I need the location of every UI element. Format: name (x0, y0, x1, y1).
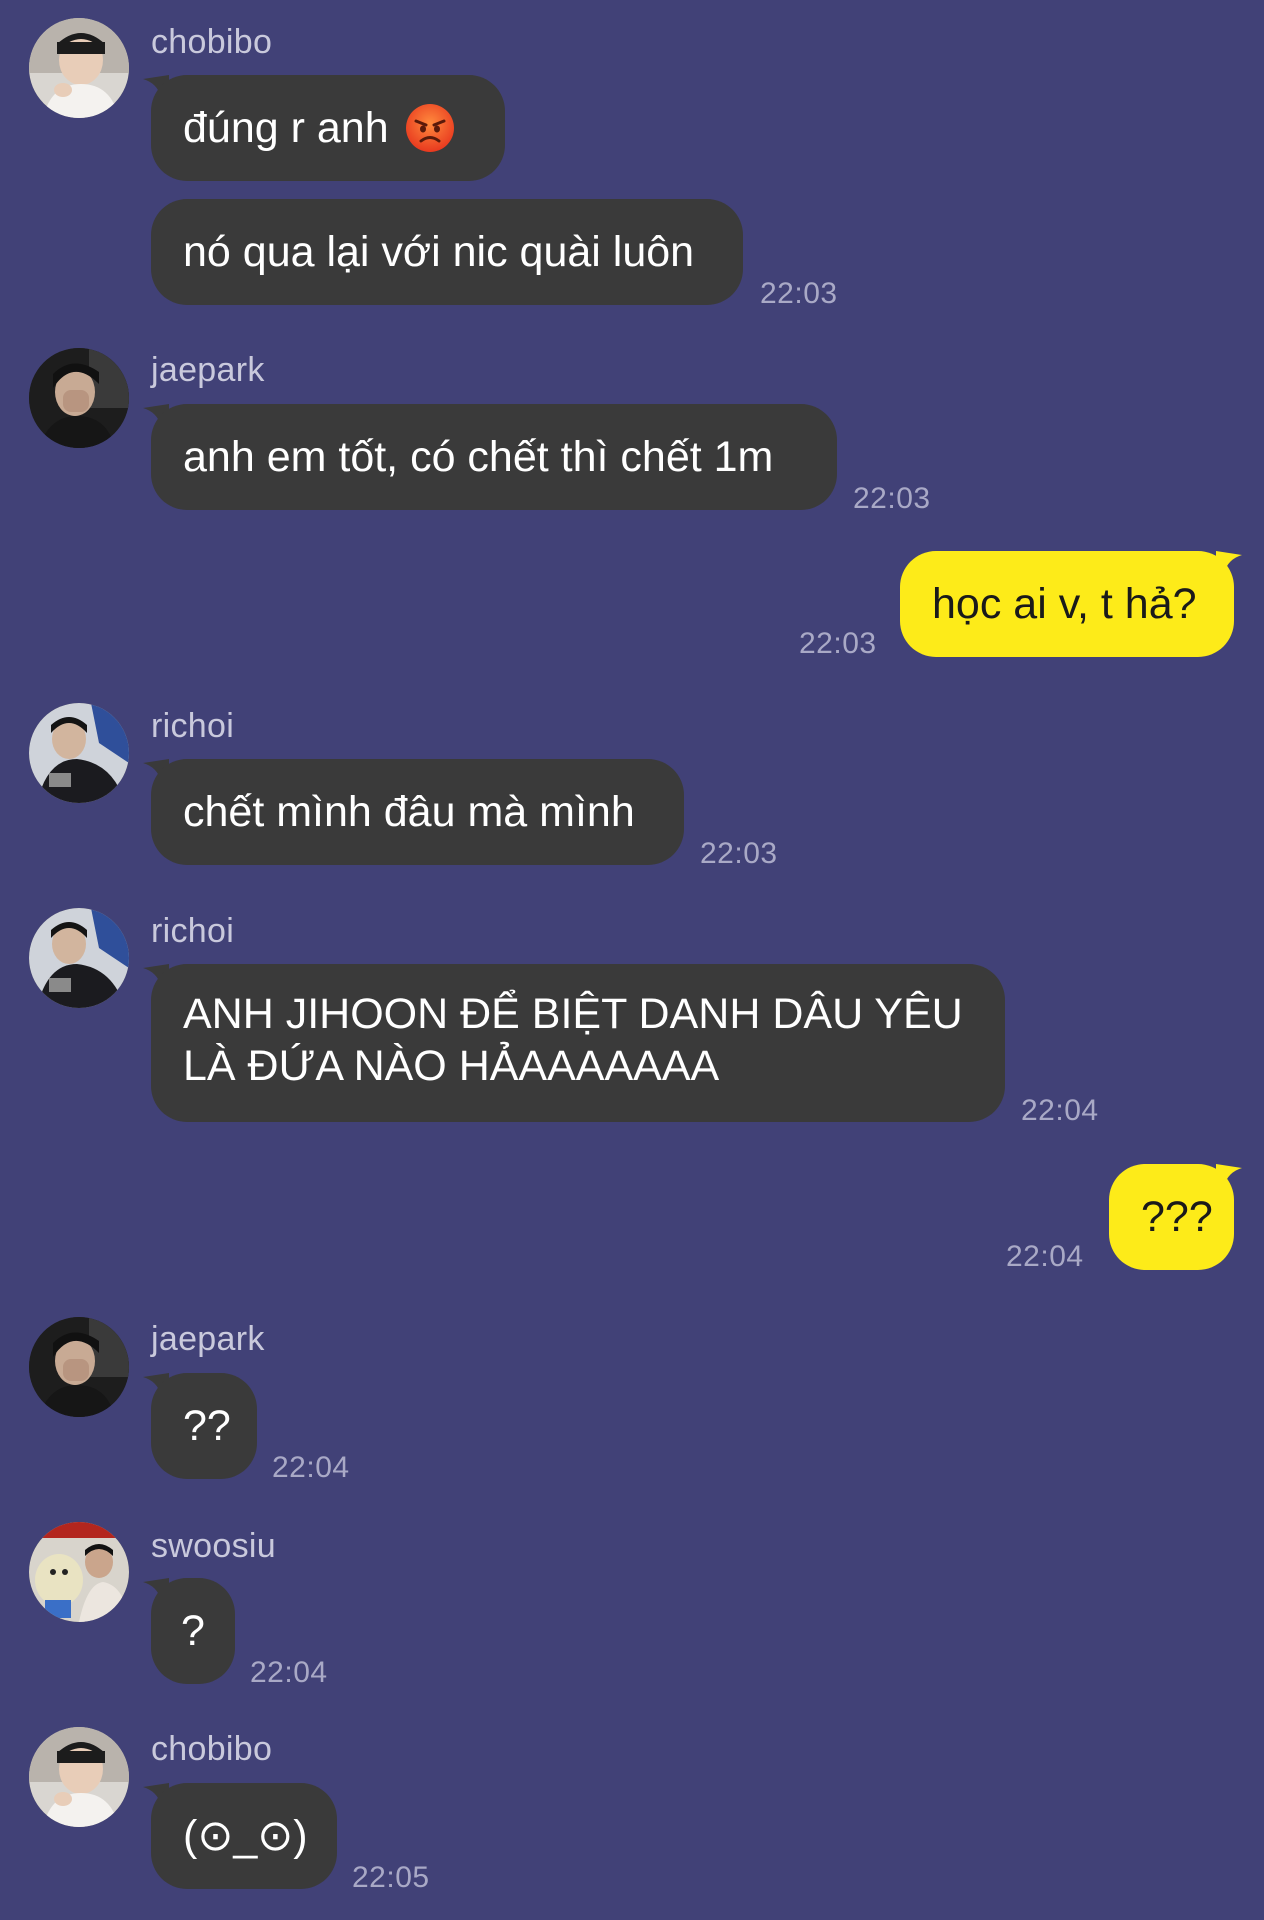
message-bubble[interactable]: đúng r anh (151, 75, 505, 181)
message-bubble[interactable]: (⊙_⊙) (151, 1783, 337, 1889)
sender-name: chobibo (151, 23, 273, 61)
message-bubble[interactable]: ??? (1109, 1164, 1234, 1270)
message-text: ?? (183, 1402, 231, 1450)
avatar[interactable] (29, 1317, 129, 1417)
avatar[interactable] (29, 18, 129, 118)
timestamp: 22:04 (1006, 1240, 1084, 1273)
sender-name: chobibo (151, 1730, 273, 1768)
message-text: (⊙_⊙) (183, 1812, 308, 1860)
message-bubble[interactable]: nó qua lại với nic quài luôn (151, 199, 743, 305)
message-text: nó qua lại với nic quài luôn (183, 228, 695, 276)
timestamp: 22:03 (853, 482, 931, 515)
timestamp: 22:05 (352, 1861, 430, 1894)
timestamp: 22:04 (1021, 1094, 1099, 1127)
sender-name: richoi (151, 707, 235, 745)
sender-name: jaepark (151, 1320, 265, 1358)
message-text: chết mình đâu mà mình (183, 788, 635, 836)
timestamp: 22:04 (272, 1451, 350, 1484)
timestamp: 22:03 (760, 277, 838, 310)
message-text: anh em tốt, có chết thì chết 1m (183, 433, 774, 481)
message-bubble[interactable]: học ai v, t hả? (900, 551, 1234, 657)
message-bubble[interactable]: anh em tốt, có chết thì chết 1m (151, 404, 837, 510)
avatar[interactable] (29, 703, 129, 803)
sender-name: jaepark (151, 351, 265, 389)
angry-face-icon (405, 104, 454, 152)
avatar[interactable] (29, 1522, 129, 1622)
sender-name: richoi (151, 912, 235, 950)
message-bubble[interactable]: ?? (151, 1373, 257, 1479)
message-bubble[interactable]: ? (151, 1578, 235, 1684)
avatar[interactable] (29, 1727, 129, 1827)
message-bubble[interactable]: chết mình đâu mà mình (151, 759, 684, 865)
message-text-line: LÀ ĐỨA NÀO HẢAAAAAAA (183, 1042, 720, 1090)
sender-name: swoosiu (151, 1527, 276, 1565)
avatar[interactable] (29, 348, 129, 448)
message-text: học ai v, t hả? (932, 580, 1197, 628)
message-text: đúng r anh (183, 104, 389, 152)
timestamp: 22:03 (799, 627, 877, 660)
chat-thread[interactable]: chobibo đúng r anh nó qua lại với nic qu… (0, 0, 1264, 1920)
message-text: ? (181, 1607, 205, 1655)
message-text: ??? (1141, 1193, 1213, 1241)
timestamp: 22:04 (250, 1656, 328, 1689)
message-text-line: ANH JIHOON ĐỂ BIỆT DANH DÂU YÊU (183, 990, 963, 1038)
timestamp: 22:03 (700, 837, 778, 870)
avatar[interactable] (29, 908, 129, 1008)
message-bubble[interactable]: ANH JIHOON ĐỂ BIỆT DANH DÂU YÊU LÀ ĐỨA N… (151, 964, 1005, 1122)
